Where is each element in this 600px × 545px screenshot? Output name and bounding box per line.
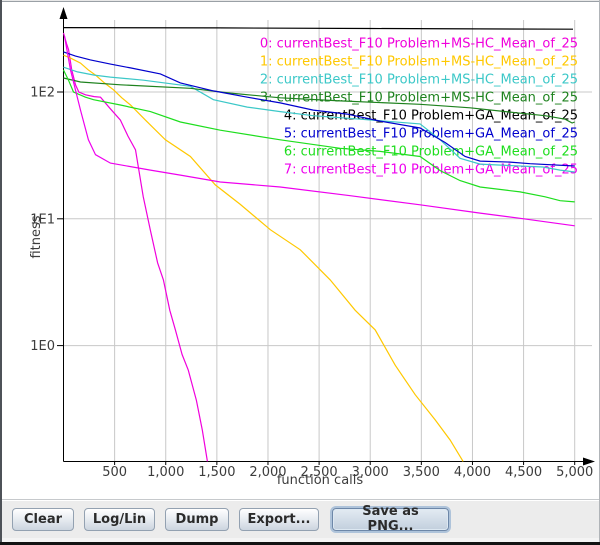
plot-panel: 5001,0001,5002,0002,5003,0003,5004,0004,… [0, 0, 600, 499]
x-tick-label: 1,500 [198, 465, 235, 480]
window-border-top [0, 0, 600, 2]
window-border-left [0, 0, 2, 545]
dump-button[interactable]: Dump [165, 508, 229, 531]
y-tick-label: 1E2 [30, 86, 55, 101]
save-as-png-button[interactable]: Save as PNG... [332, 508, 449, 531]
legend-item-1: 1: currentBest_F10 Problem+MS-HC_Mean_of… [260, 55, 578, 70]
legend-item-4: 4: currentBest_F10 Problem+GA_Mean_of_25 [284, 109, 578, 124]
log-lin-button[interactable]: Log/Lin [84, 508, 155, 531]
x-tick-label: 5,000 [556, 465, 593, 480]
x-tick-label: 4,500 [505, 465, 542, 480]
x-axis-title: function calls [277, 473, 364, 488]
x-tick-label: 500 [102, 465, 127, 480]
legend-item-0: 0: currentBest_F10 Problem+MS-HC_Mean_of… [260, 37, 578, 52]
x-tick-label: 4,000 [454, 465, 491, 480]
clear-button[interactable]: Clear [12, 508, 74, 531]
y-axis-arrow-icon [60, 7, 68, 19]
x-tick-label: 3,500 [403, 465, 440, 480]
x-tick-label: 1,000 [147, 465, 184, 480]
y-tick-label: 1E0 [30, 339, 55, 354]
legend-item-2: 2: currentBest_F10 Problem+MS-HC_Mean_of… [260, 73, 578, 88]
button-bar: Clear Log/Lin Dump Export... Save as PNG… [2, 499, 599, 538]
fitness-plot[interactable]: 5001,0001,5002,0002,5003,0003,5004,0004,… [0, 0, 600, 499]
export-button[interactable]: Export... [239, 508, 319, 531]
y-axis-title: fitness [29, 215, 44, 258]
legend-item-3: 3: currentBest_F10 Problem+MS-HC_Mean_of… [260, 91, 578, 106]
series-line-4 [64, 28, 574, 30]
